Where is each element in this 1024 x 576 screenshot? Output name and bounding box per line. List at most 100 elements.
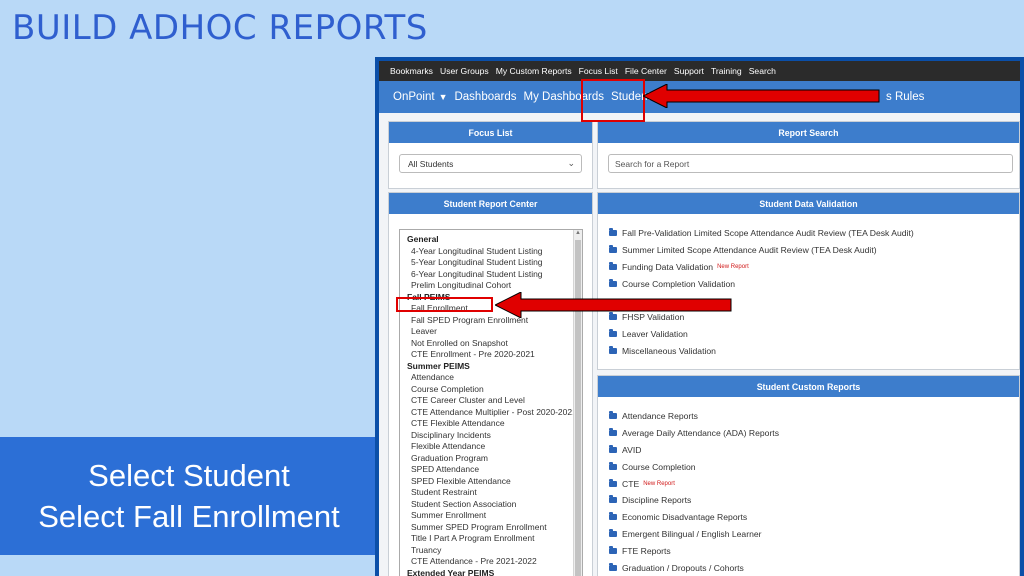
menu-bookmarks[interactable]: Bookmarks	[390, 66, 433, 76]
report-list-item[interactable]: Student Section Association	[407, 499, 577, 511]
report-list-item[interactable]: CTE Attendance Multiplier - Post 2020-20…	[407, 407, 577, 419]
report-list-item[interactable]: SPED Attendance	[407, 464, 577, 476]
report-group-heading: Extended Year PEIMS	[407, 567, 495, 576]
report-list-item[interactable]: Title I Part A Program Enrollment	[407, 533, 577, 545]
menu-my-custom-reports[interactable]: My Custom Reports	[496, 66, 572, 76]
custom-report-folder[interactable]: Average Daily Attendance (ADA) Reports	[609, 425, 779, 442]
folder-icon	[609, 245, 617, 254]
report-list-item[interactable]: Course Completion	[407, 384, 577, 396]
arrow-to-student-icon	[643, 84, 880, 108]
menu-focus-list[interactable]: Focus List	[579, 66, 618, 76]
report-list-item[interactable]: Not Enrolled on Snapshot	[407, 338, 577, 350]
report-list-item[interactable]: CTE Attendance - Pre 2021-2022	[407, 556, 577, 568]
folder-icon	[609, 345, 617, 354]
report-list-item[interactable]: SPED Flexible Attendance	[407, 476, 577, 488]
report-listbox[interactable]: General 4-Year Longitudinal Student Listi…	[399, 229, 583, 576]
validation-report-item-label: Funding Data Validation	[622, 261, 714, 272]
menu-support[interactable]: Support	[674, 66, 704, 76]
top-menu-bar: Bookmarks User Groups My Custom Reports …	[379, 61, 1020, 81]
custom-report-folder[interactable]: Economic Disadvantage Reports	[609, 509, 779, 526]
report-list-item[interactable]: Truancy	[407, 545, 577, 557]
report-search-placeholder: Search for a Report	[615, 158, 690, 169]
app-window: Bookmarks User Groups My Custom Reports …	[379, 61, 1020, 576]
menu-file-center[interactable]: File Center	[625, 66, 667, 76]
scroll-up-icon[interactable]: ▲	[575, 230, 581, 236]
student-custom-reports-panel: Student Custom Reports Attendance Report…	[597, 375, 1020, 576]
report-list-item[interactable]: Graduation Program	[407, 453, 577, 465]
student-report-center-panel: Student Report Center General 4-Year Long…	[388, 192, 593, 576]
report-list-item[interactable]: Summer Enrollment	[407, 510, 577, 522]
custom-report-folder-label: AVID	[622, 444, 642, 455]
report-list: General 4-Year Longitudinal Student Listi…	[407, 234, 577, 576]
folder-icon	[609, 512, 617, 521]
nav-dashboards[interactable]: Dashboards	[454, 91, 516, 103]
report-list-item[interactable]: CTE Flexible Attendance	[407, 418, 577, 430]
custom-report-folder-label: Emergent Bilingual / English Learner	[622, 528, 762, 539]
custom-report-folder[interactable]: Emergent Bilingual / English Learner	[609, 526, 779, 543]
custom-report-folder[interactable]: AVID	[609, 442, 779, 459]
report-list-item[interactable]: Summer SPED Program Enrollment	[407, 522, 577, 534]
validation-report-item[interactable]: Course Completion Validation	[609, 275, 914, 292]
new-report-badge: New Report	[717, 263, 749, 270]
validation-report-item[interactable]: Funding Data Validation New Report	[609, 259, 914, 276]
validation-report-item[interactable]: Fall Pre-Validation Limited Scope Attend…	[609, 225, 914, 242]
scrollbar-thumb[interactable]	[575, 240, 581, 576]
screenshot-frame: Bookmarks User Groups My Custom Reports …	[375, 57, 1024, 576]
custom-report-folder-label: Average Daily Attendance (ADA) Reports	[622, 428, 779, 439]
highlight-fall-enrollment-box	[396, 297, 493, 312]
report-list-item[interactable]: 4-Year Longitudinal Student Listing	[407, 246, 577, 258]
folder-icon	[609, 411, 617, 420]
custom-report-folder[interactable]: CTE New Report	[609, 475, 779, 492]
folder-icon	[609, 528, 617, 537]
caption-line-1: Select Student	[88, 458, 290, 493]
custom-report-folder[interactable]: Discipline Reports	[609, 492, 779, 509]
validation-report-item[interactable]: Leaver Validation	[609, 326, 914, 343]
report-list-item[interactable]: 5-Year Longitudinal Student Listing	[407, 257, 577, 269]
nav-rules[interactable]: s Rules	[886, 91, 924, 103]
custom-report-folder-label: Attendance Reports	[622, 411, 698, 422]
menu-training[interactable]: Training	[711, 66, 742, 76]
validation-report-item[interactable]: Summer Limited Scope Attendance Audit Re…	[609, 242, 914, 259]
report-list-item[interactable]: 6-Year Longitudinal Student Listing	[407, 269, 577, 281]
menu-search[interactable]: Search	[749, 66, 776, 76]
menu-user-groups[interactable]: User Groups	[440, 66, 489, 76]
folder-icon	[609, 261, 617, 270]
student-custom-reports-header: Student Custom Reports	[598, 376, 1019, 397]
listbox-scrollbar[interactable]: ▲	[573, 230, 582, 576]
validation-report-item[interactable]: Miscellaneous Validation	[609, 343, 914, 360]
caret-down-icon[interactable]: ▼	[439, 92, 448, 102]
report-search-input[interactable]: Search for a Report	[608, 154, 1013, 173]
report-list-item[interactable]: Leaver	[407, 326, 577, 338]
custom-report-folder-label: FTE Reports	[622, 545, 671, 556]
report-list-item[interactable]: Flexible Attendance	[407, 441, 577, 453]
nav-onpoint[interactable]: OnPoint	[393, 91, 435, 103]
custom-report-folder-label: Course Completion	[622, 461, 696, 472]
custom-report-folder[interactable]: FTE Reports	[609, 542, 779, 559]
caption-line-2: Select Fall Enrollment	[38, 499, 340, 534]
new-report-badge: New Report	[643, 480, 675, 487]
custom-report-folder[interactable]: Graduation / Dropouts / Cohorts	[609, 559, 779, 576]
slide-title: BUILD ADHOC REPORTS	[12, 8, 428, 48]
report-list-item[interactable]: CTE Career Cluster and Level	[407, 395, 577, 407]
validation-report-item-label: Summer Limited Scope Attendance Audit Re…	[622, 245, 877, 256]
report-search-panel: Report Search Search for a Report	[597, 121, 1020, 189]
custom-report-folder-label: Economic Disadvantage Reports	[622, 512, 748, 523]
custom-reports-list: Attendance Reports Average Daily Attendan…	[609, 408, 779, 576]
focus-list-select[interactable]: All Students ⌄	[399, 154, 582, 173]
report-list-item[interactable]: Attendance	[407, 372, 577, 384]
custom-report-folder[interactable]: Course Completion	[609, 458, 779, 475]
report-list-item[interactable]: Student Restraint	[407, 487, 577, 499]
folder-icon	[609, 228, 617, 237]
report-list-item[interactable]: Disciplinary Incidents	[407, 430, 577, 442]
custom-report-folder[interactable]: Attendance Reports	[609, 408, 779, 425]
report-list-item[interactable]: Prelim Longitudinal Cohort	[407, 280, 577, 292]
report-search-header: Report Search	[598, 122, 1019, 143]
focus-list-header: Focus List	[389, 122, 592, 143]
custom-report-folder-label: CTE	[622, 478, 640, 489]
highlight-student-box	[581, 79, 645, 122]
custom-report-folder-label: Discipline Reports	[622, 495, 692, 506]
folder-icon	[609, 329, 617, 338]
report-group-heading: General	[407, 234, 439, 244]
report-list-item[interactable]: CTE Enrollment - Pre 2020-2021	[407, 349, 577, 361]
custom-report-folder-label: Graduation / Dropouts / Cohorts	[622, 562, 744, 573]
